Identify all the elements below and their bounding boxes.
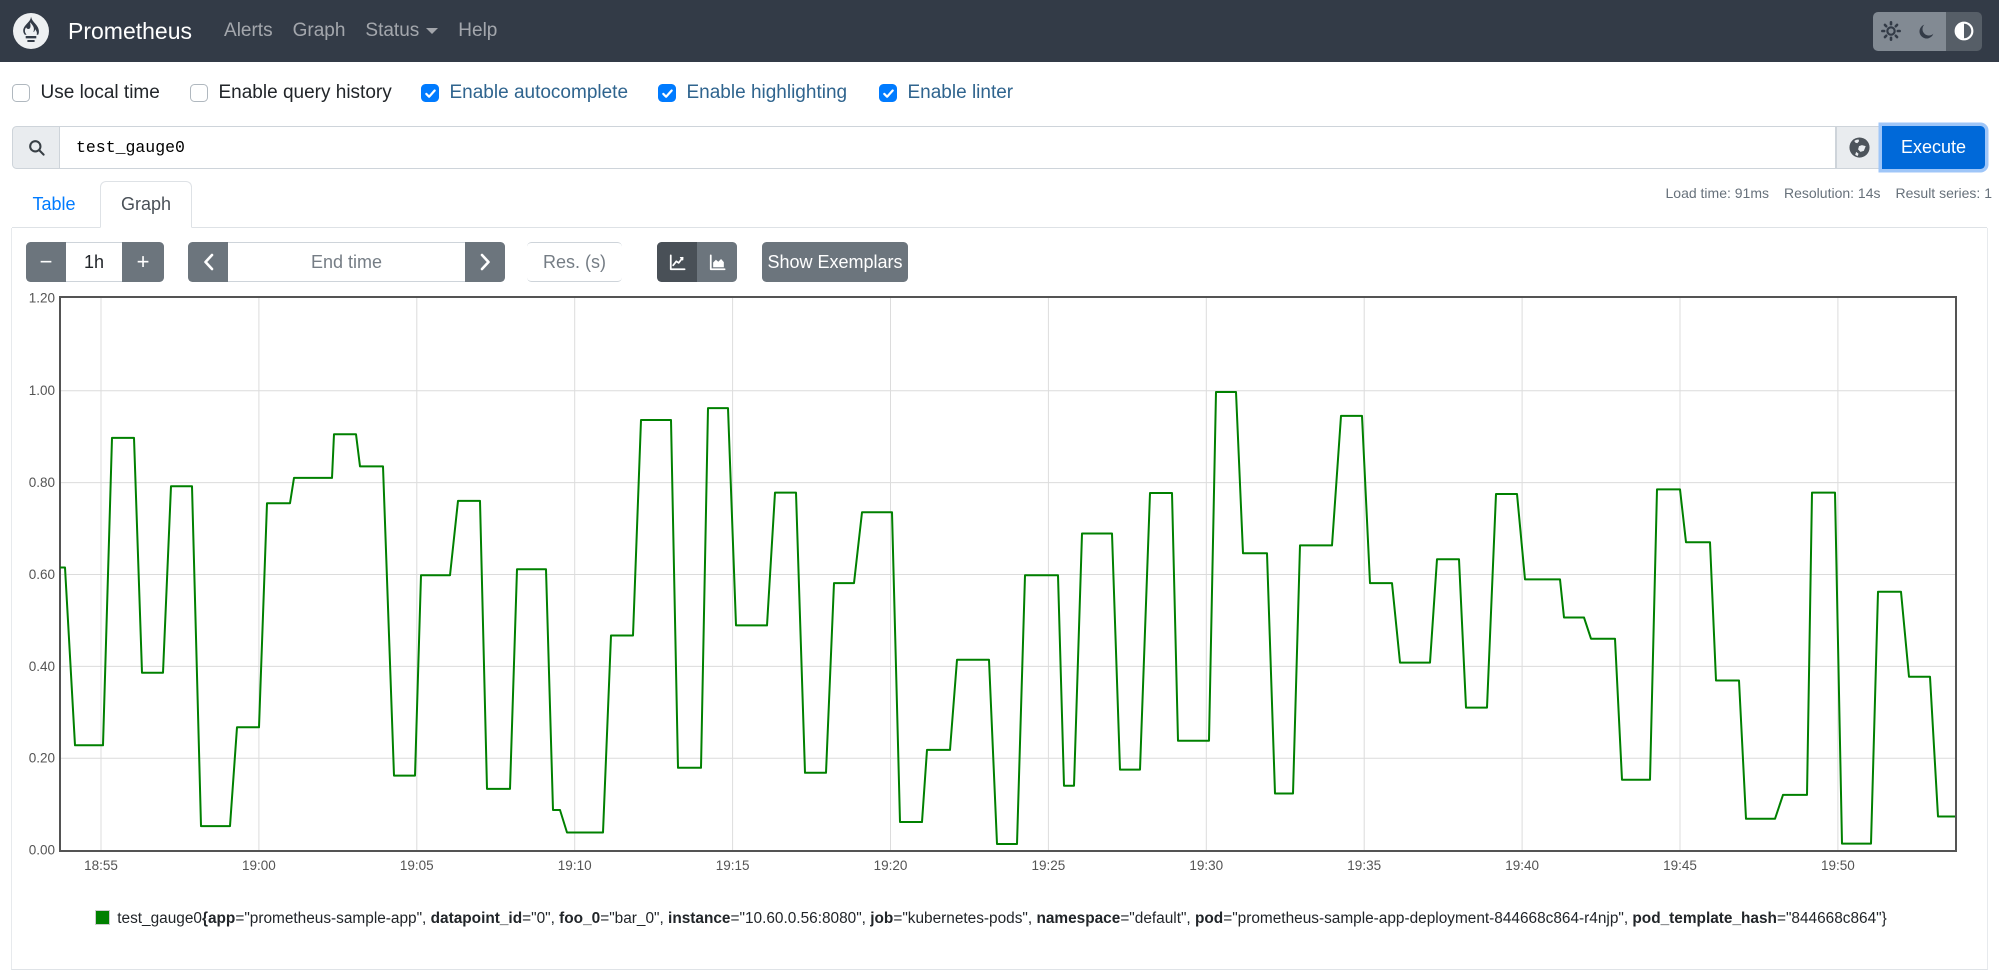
svg-text:0.80: 0.80 (29, 475, 55, 490)
svg-text:18:55: 18:55 (84, 858, 118, 873)
svg-text:19:20: 19:20 (874, 858, 908, 873)
svg-text:0.00: 0.00 (29, 843, 55, 858)
svg-text:19:25: 19:25 (1032, 858, 1066, 873)
svg-text:0.60: 0.60 (29, 567, 55, 582)
svg-text:1.20: 1.20 (29, 291, 55, 306)
svg-text:0.20: 0.20 (29, 751, 55, 766)
svg-text:1.00: 1.00 (29, 383, 55, 398)
svg-text:19:05: 19:05 (400, 858, 434, 873)
svg-text:19:30: 19:30 (1189, 858, 1223, 873)
svg-text:19:45: 19:45 (1663, 858, 1697, 873)
svg-text:19:00: 19:00 (242, 858, 276, 873)
svg-text:19:35: 19:35 (1347, 858, 1381, 873)
svg-text:19:10: 19:10 (558, 858, 592, 873)
svg-text:19:50: 19:50 (1821, 858, 1855, 873)
svg-text:0.40: 0.40 (29, 659, 55, 674)
svg-text:19:40: 19:40 (1505, 858, 1539, 873)
svg-text:19:15: 19:15 (716, 858, 750, 873)
